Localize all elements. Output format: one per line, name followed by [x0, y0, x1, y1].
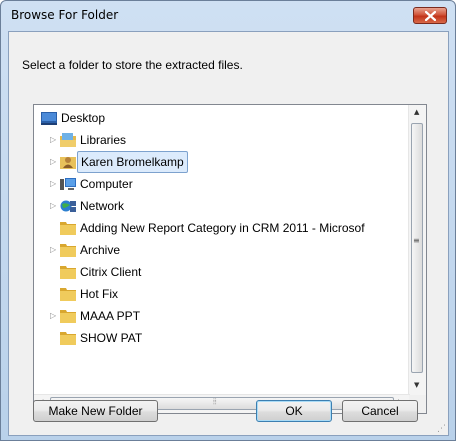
tree-item-computer[interactable]: ▷ Computer [34, 173, 410, 195]
title-bar[interactable]: Browse For Folder [1, 1, 455, 31]
close-icon [425, 11, 436, 21]
tree-item-label: Citrix Client [80, 265, 142, 279]
tree-item-label: Computer [80, 177, 133, 191]
tree-item-network[interactable]: ▷ Network [34, 195, 410, 217]
folder-icon [60, 222, 76, 235]
folder-icon [60, 244, 76, 257]
tree-item-label: Libraries [80, 133, 127, 147]
computer-icon [60, 178, 76, 190]
expand-arrow-icon[interactable]: ▷ [50, 239, 58, 261]
tree-item-libraries[interactable]: ▷ Libraries [34, 129, 410, 151]
tree-item-folder[interactable]: ▷ Archive [34, 239, 410, 261]
tree-item-label: Network [80, 199, 125, 213]
user-folder-icon [60, 157, 76, 169]
ok-button[interactable]: OK [256, 400, 332, 422]
expand-arrow-icon[interactable]: ▷ [50, 129, 58, 151]
tree-item-label: SHOW PAT [80, 331, 143, 345]
cancel-button[interactable]: Cancel [342, 400, 418, 422]
tree-item-label: Archive [80, 243, 121, 257]
grip-icon: ⦙⦙ [213, 397, 217, 406]
tree-item-folder[interactable]: SHOW PAT [34, 327, 410, 349]
folder-icon [60, 332, 76, 345]
expand-arrow-icon[interactable]: ▷ [50, 173, 58, 195]
expand-arrow-icon[interactable]: ▷ [50, 305, 58, 327]
tree-item-label: MAAA PPT [80, 309, 141, 323]
window-title: Browse For Folder [11, 8, 119, 22]
vertical-scroll-thumb[interactable]: ≡ [411, 123, 423, 373]
tree-item-label: Desktop [61, 111, 106, 125]
tree-item-label: Karen Bromelkamp [77, 151, 188, 173]
folder-tree-body: Desktop ▷ Libraries ▷ Karen Bromelkamp ▷… [34, 105, 410, 395]
tree-item-folder[interactable]: Adding New Report Category in CRM 2011 -… [34, 217, 410, 239]
tree-item-folder[interactable]: ▷ MAAA PPT [34, 305, 410, 327]
browse-for-folder-dialog: Browse For Folder Select a folder to sto… [0, 0, 456, 441]
instruction-text: Select a folder to store the extracted f… [22, 58, 243, 72]
close-button[interactable] [413, 7, 447, 24]
folder-icon [60, 266, 76, 279]
dialog-client-area: Select a folder to store the extracted f… [8, 31, 449, 436]
libraries-icon [60, 133, 76, 147]
tree-item-user-folder[interactable]: ▷ Karen Bromelkamp [34, 151, 410, 173]
folder-icon [60, 310, 76, 323]
expand-arrow-icon[interactable]: ▷ [50, 195, 58, 217]
tree-item-folder[interactable]: Citrix Client [34, 261, 410, 283]
scroll-up-arrow-icon[interactable]: ▲ [414, 108, 419, 116]
expand-arrow-icon[interactable]: ▷ [50, 151, 58, 173]
vertical-scrollbar[interactable]: ▲ ≡ ▼ [408, 105, 426, 395]
tree-item-desktop[interactable]: Desktop [34, 107, 410, 129]
folder-icon [60, 288, 76, 301]
resize-grip-icon[interactable]: ⋰ [437, 424, 446, 434]
folder-tree[interactable]: Desktop ▷ Libraries ▷ Karen Bromelkamp ▷… [33, 104, 427, 414]
tree-item-label: Adding New Report Category in CRM 2011 -… [80, 221, 365, 235]
tree-item-folder[interactable]: Hot Fix [34, 283, 410, 305]
tree-item-label: Hot Fix [80, 287, 119, 301]
grip-icon: ≡ [413, 236, 420, 245]
make-new-folder-button[interactable]: Make New Folder [33, 400, 158, 422]
scroll-down-arrow-icon[interactable]: ▼ [414, 381, 419, 389]
network-icon [60, 200, 76, 212]
desktop-icon [41, 112, 57, 125]
